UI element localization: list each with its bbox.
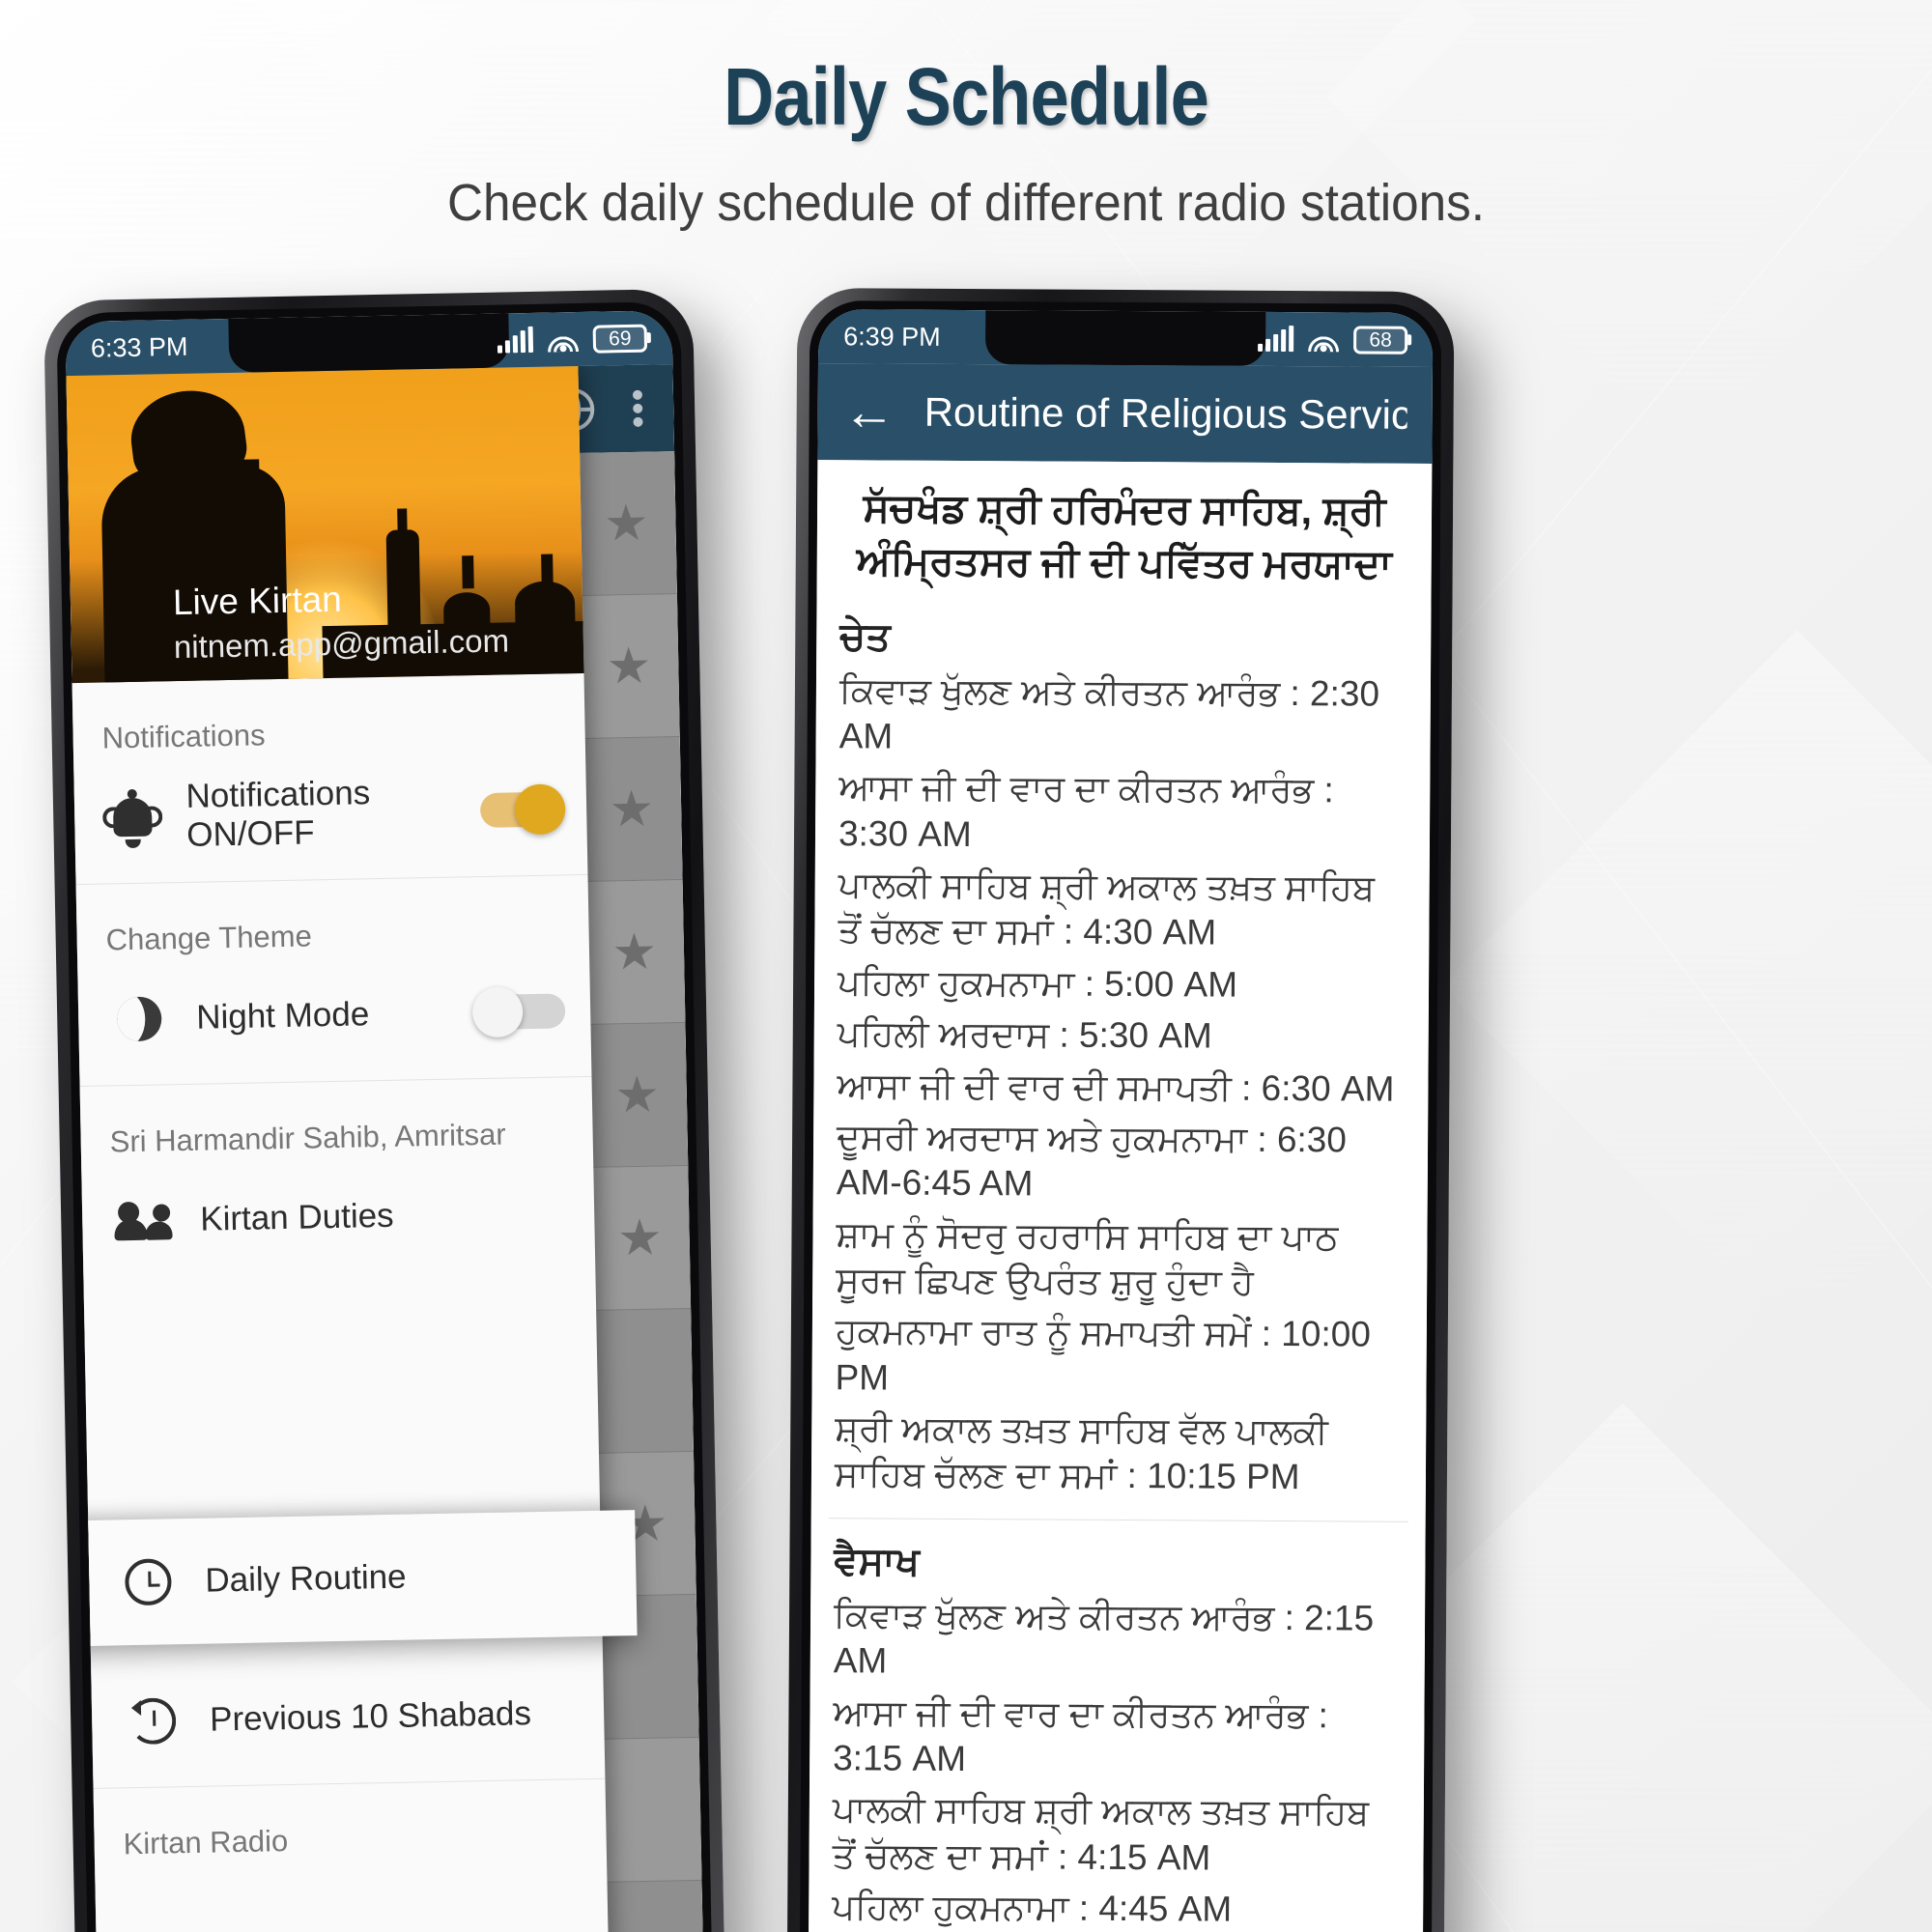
routine-line: ਹੁਕਮਨਾਮਾ ਰਾਤ ਨੂੰ ਸਮਾਪਤੀ ਸਮੇਂ : 10:00 PM: [835, 1311, 1371, 1398]
drawer-item-night-mode[interactable]: Night Mode: [77, 956, 591, 1074]
notch: [228, 313, 510, 373]
wifi-icon: [1307, 327, 1340, 353]
routine-line: ਕਿਵਾੜ ਖੁੱਲਣ ਅਤੇ ਕੀਰਤਨ ਆਰੰਭ : 2:15 AM: [833, 1594, 1375, 1681]
people-icon: [107, 1201, 180, 1241]
favorite-star-icon[interactable]: ★: [617, 1209, 664, 1266]
notifications-toggle[interactable]: [479, 783, 566, 836]
routine-line: ਸ਼੍ਰੀ ਅਕਾਲ ਤਖ਼ਤ ਸਾਹਿਬ ਵੱਲ ਪਾਲਕੀ ਸਾਹਿਬ ਚੱ…: [834, 1408, 1328, 1497]
drawer-section-harmandir-label: Sri Harmandir Sahib, Amritsar: [109, 1117, 506, 1159]
night-mode-toggle[interactable]: [471, 986, 566, 1038]
drawer-item-label: Night Mode: [195, 995, 370, 1037]
battery-indicator: 68: [1353, 325, 1408, 355]
drawer-item-kirtan-duties[interactable]: Kirtan Duties: [81, 1158, 595, 1276]
bell-icon: [99, 790, 166, 843]
status-time: 6:39 PM: [843, 321, 941, 352]
moon-icon: [103, 996, 176, 1042]
right-app-bar: ← Routine of Religious Services (Mary: [817, 363, 1433, 464]
signal-icon: [1258, 326, 1294, 353]
battery-indicator: 69: [592, 324, 648, 354]
month-heading: ਵੈਸਾਖ: [834, 1539, 921, 1583]
favorite-star-icon[interactable]: ★: [603, 495, 649, 552]
drawer-header: Live Kirtan nitnem.app@gmail.com: [66, 366, 584, 684]
arrow-left-icon[interactable]: ←: [843, 383, 895, 440]
drawer-item-daily-routine[interactable]: Daily Routine: [65, 1510, 638, 1647]
routine-line: ਕਿਵਾੜ ਖੁੱਲਣ ਅਤੇ ਕੀਰਤਨ ਆਰੰਭ : 2:30 AM: [838, 669, 1380, 756]
document-heading: ਸੱਚਖੰਡ ਸ਼੍ਰੀ ਹਰਿਮੰਦਰ ਸਾਹਿਬ, ਸ਼੍ਰੀ ਅੰਮ੍ਰਿ…: [856, 485, 1392, 587]
drawer-item-label: Previous 10 Shabads: [209, 1694, 532, 1739]
routine-line: ਸ਼ਾਮ ਨੂੰ ਸੋਦਰੁ ਰਹਰਾਸਿ ਸਾਹਿਬ ਦਾ ਪਾਠ ਸੂਰਜ …: [836, 1213, 1339, 1302]
favorite-star-icon[interactable]: ★: [606, 638, 652, 695]
routine-line: ਦੂਸਰੀ ਅਰਦਾਸ ਅਤੇ ਹੁਕਮਨਾਮਾ : 6:30 AM-6:45 …: [836, 1117, 1348, 1204]
page-title: Daily Schedule: [724, 51, 1209, 142]
routine-line: ਪਾਲਕੀ ਸਾਹਿਬ ਸ਼੍ਰੀ ਅਕਾਲ ਤਖ਼ਤ ਸਾਹਿਬ ਤੋਂ ਚੱ…: [832, 1789, 1370, 1878]
account-name: Live Kirtan: [172, 579, 343, 623]
favorite-star-icon[interactable]: ★: [611, 923, 658, 980]
routine-line: ਪਾਲਕੀ ਸਾਹਿਬ ਸ਼੍ਰੀ ਅਕਾਲ ਤਖ਼ਤ ਸਾਹਿਬ ਤੋਂ ਚੱ…: [838, 865, 1376, 953]
promo-header: Daily Schedule Check daily schedule of d…: [0, 50, 1932, 233]
drawer-item-previous-shabads[interactable]: Previous 10 Shabads: [91, 1659, 605, 1776]
routine-line: ਪਹਿਲਾ ਹੁਕਮਨਾਮਾ : 4:45 AM: [832, 1887, 1233, 1929]
drawer-section-kirtan-radio-label: Kirtan Radio: [123, 1824, 289, 1861]
favorite-star-icon[interactable]: ★: [609, 781, 655, 838]
drawer-section-theme-label: Change Theme: [105, 919, 313, 957]
drawer-item-label: Kirtan Duties: [199, 1196, 394, 1238]
routine-line: ਪਹਿਲੀ ਅਰਦਾਸ : 5:30 AM: [837, 1013, 1212, 1056]
drawer-item-label: Daily Routine: [205, 1557, 407, 1600]
app-bar-title: Routine of Religious Services (Mary: [923, 388, 1407, 439]
page-subtitle: Check daily schedule of different radio …: [446, 174, 1486, 232]
status-time: 6:33 PM: [90, 331, 188, 363]
clock-icon: [112, 1558, 185, 1606]
drawer-section-notifications-label: Notifications: [101, 718, 266, 755]
wifi-icon: [547, 327, 580, 353]
month-heading: ਚੇਤ: [839, 614, 891, 659]
history-icon: [117, 1697, 189, 1746]
drawer-item-notifications[interactable]: Notifications ON/OFF: [73, 754, 587, 872]
overflow-menu-icon[interactable]: [632, 389, 645, 427]
notch: [984, 310, 1266, 366]
right-status-bar: 6:39 PM 68: [817, 309, 1434, 367]
routine-line: ਆਸਾ ਜੀ ਦੀ ਵਾਰ ਦਾ ਕੀਰਤਨ ਆਰੰਭ : 3:15 AM: [833, 1691, 1328, 1778]
routine-line: ਪਹਿਲਾ ਹੁਕਮਨਾਮਾ : 5:00 AM: [837, 962, 1238, 1005]
routine-document[interactable]: ਸੱਚਖੰਡ ਸ਼੍ਰੀ ਹਰਿਮੰਦਰ ਸਾਹਿਬ, ਸ਼੍ਰੀ ਅੰਮ੍ਰਿ…: [808, 460, 1433, 1932]
navigation-drawer[interactable]: Live Kirtan nitnem.app@gmail.com Notific…: [65, 366, 638, 1932]
phone-right: 6:39 PM 68 ← Routine of Religious Servic…: [786, 287, 1455, 1932]
routine-line: ਆਸਾ ਜੀ ਦੀ ਵਾਰ ਦੀ ਸਮਾਪਤੀ : 6:30 AM: [837, 1065, 1395, 1109]
routine-line: ਆਸਾ ਜੀ ਦੀ ਵਾਰ ਦਾ ਕੀਰਤਨ ਆਰੰਭ : 3:30 AM: [838, 767, 1334, 854]
phone-left: 6:33 PM 69 1)★ ops★ ops★ ops★ ★ tsar,★ d…: [43, 288, 726, 1932]
favorite-star-icon[interactable]: ★: [614, 1066, 661, 1123]
drawer-item-label: Notifications ON/OFF: [185, 774, 371, 854]
signal-icon: [497, 326, 534, 354]
